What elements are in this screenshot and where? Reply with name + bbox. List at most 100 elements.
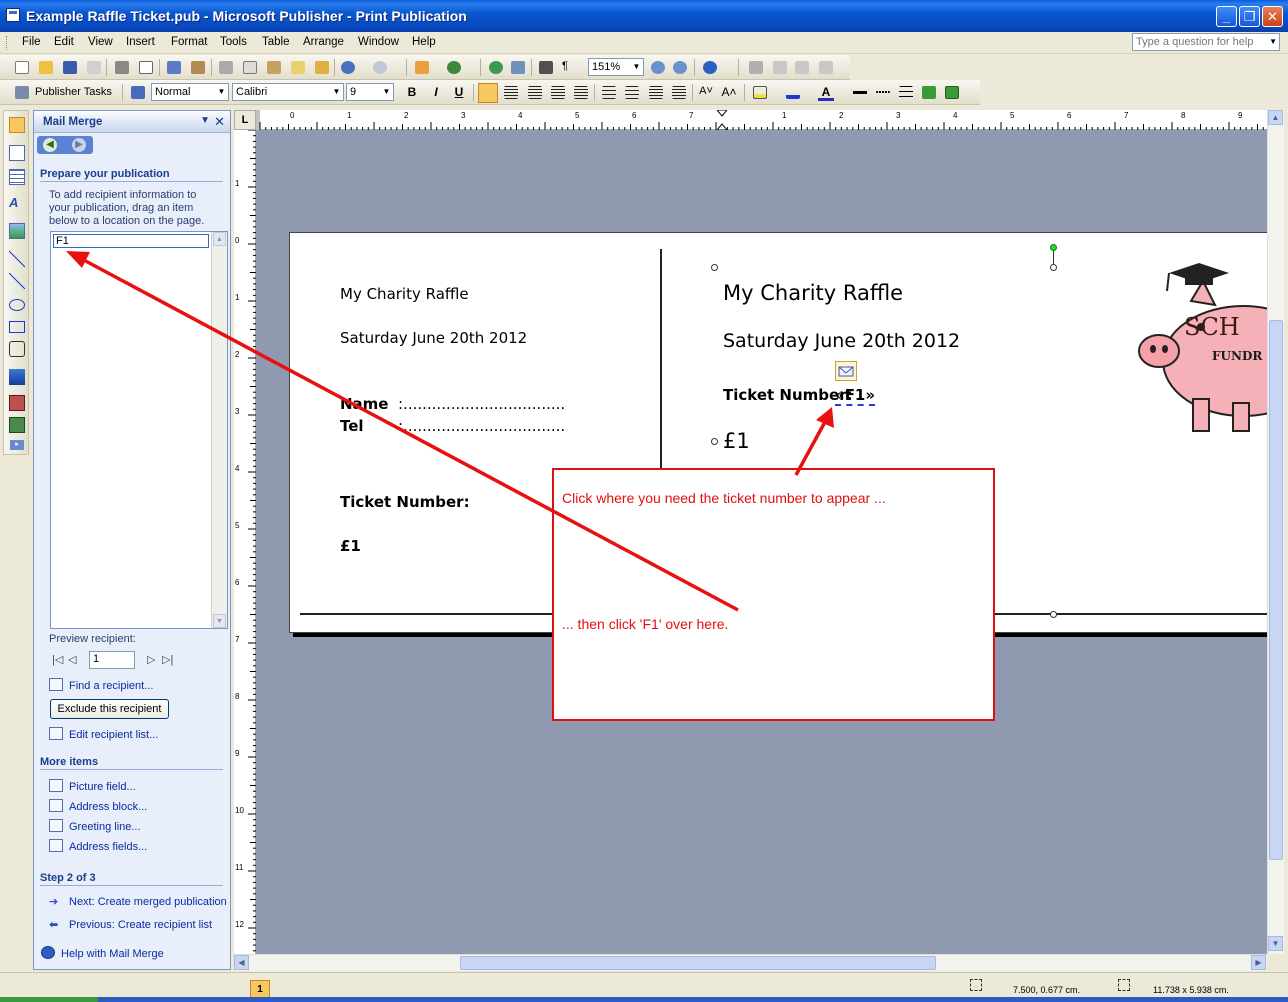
menu-arrange[interactable]: Arrange: [303, 36, 344, 48]
publisher-tasks-button[interactable]: Publisher Tasks: [35, 86, 112, 98]
next-step-link[interactable]: ➔ Next: Create merged publication: [49, 895, 229, 908]
ticket-merge-field[interactable]: «F1»: [835, 386, 876, 406]
style-combo[interactable]: Normal ▼: [151, 83, 229, 101]
align-center-icon[interactable]: [503, 85, 519, 101]
italic-icon[interactable]: I: [428, 85, 444, 101]
cut-icon[interactable]: [218, 60, 234, 76]
find-recipient-link[interactable]: Find a recipient...: [49, 678, 153, 692]
line-color-icon[interactable]: [785, 85, 801, 101]
menu-table[interactable]: Table: [262, 36, 290, 48]
chevron-down-icon[interactable]: ▼: [200, 115, 210, 126]
pilcrow-icon[interactable]: ¶: [562, 60, 578, 76]
decrease-font-icon[interactable]: A˅: [698, 85, 714, 101]
scroll-up-icon[interactable]: ▲: [1268, 110, 1283, 125]
unlink-icon[interactable]: [772, 60, 788, 76]
font-size-combo[interactable]: 9 ▼: [346, 83, 394, 101]
paste-icon[interactable]: [266, 60, 282, 76]
back-icon[interactable]: ◀: [43, 138, 57, 152]
ticket-price[interactable]: £1: [723, 429, 750, 453]
greeting-line-link[interactable]: Greeting line...: [49, 819, 141, 833]
preview-record-input[interactable]: 1: [89, 651, 135, 669]
styles-icon[interactable]: [130, 85, 146, 101]
zoom-combo[interactable]: 151% ▼: [588, 58, 644, 76]
selection-handle[interactable]: [711, 438, 718, 445]
print-preview-icon[interactable]: [138, 60, 154, 76]
merge-field-smart-tag-icon[interactable]: [835, 361, 857, 381]
research-icon[interactable]: [190, 60, 206, 76]
chevron-down-icon[interactable]: ▼: [1269, 37, 1277, 46]
scroll-right-icon[interactable]: ▶: [1251, 955, 1266, 970]
scroll-down-icon[interactable]: ▼: [213, 614, 226, 628]
stub-name-label[interactable]: Name: [340, 395, 388, 413]
wordart-icon[interactable]: A: [9, 195, 25, 211]
underline-icon[interactable]: U: [451, 85, 467, 101]
stub-tel-dots[interactable]: :..................................: [398, 417, 565, 435]
selection-handle[interactable]: [1050, 611, 1057, 618]
line-style-icon[interactable]: [852, 85, 868, 101]
stub-price[interactable]: £1: [340, 537, 361, 555]
format-painter-icon[interactable]: [290, 60, 306, 76]
menu-insert[interactable]: Insert: [126, 36, 155, 48]
minimize-button[interactable]: _: [1216, 6, 1237, 27]
selection-handle[interactable]: [1050, 264, 1057, 271]
arrow-style-icon[interactable]: [898, 85, 914, 101]
design-gallery-icon[interactable]: [9, 395, 25, 411]
stub-date[interactable]: Saturday June 20th 2012: [340, 329, 527, 347]
increase-indent-icon[interactable]: [671, 85, 687, 101]
ruler-origin[interactable]: L: [234, 110, 256, 130]
picture-frame-icon[interactable]: [9, 223, 25, 239]
horizontal-scroll-thumb[interactable]: [460, 956, 936, 970]
menu-help[interactable]: Help: [412, 36, 436, 48]
align-left-icon[interactable]: [478, 83, 498, 103]
zoom-in-icon[interactable]: [672, 60, 688, 76]
last-record-icon[interactable]: ▷|: [162, 653, 173, 666]
menu-file[interactable]: File: [22, 36, 41, 48]
forward-icon[interactable]: ▶: [72, 138, 86, 152]
bring-forward-icon[interactable]: [414, 60, 430, 76]
more-tools-icon[interactable]: ▸: [10, 440, 24, 450]
justify-icon[interactable]: [550, 85, 566, 101]
ticket-title[interactable]: My Charity Raffle: [723, 281, 903, 305]
fill-color-icon[interactable]: [752, 85, 768, 101]
help-question-input[interactable]: Type a question for help ▼: [1132, 33, 1280, 51]
menu-tools[interactable]: Tools: [220, 36, 247, 48]
clear-icon[interactable]: [314, 60, 330, 76]
vertical-scrollbar[interactable]: ▲ ▼: [1267, 110, 1284, 954]
menu-grip[interactable]: [6, 36, 9, 50]
scroll-down-icon[interactable]: ▼: [1268, 936, 1283, 951]
line-spacing-icon[interactable]: [573, 85, 589, 101]
align-right-icon[interactable]: [527, 85, 543, 101]
menu-view[interactable]: View: [88, 36, 113, 48]
shadow-style-icon[interactable]: [921, 85, 937, 101]
chevron-down-icon[interactable]: ▼: [631, 60, 642, 74]
text-box-connect-icon[interactable]: [794, 60, 810, 76]
bold-icon[interactable]: B: [404, 85, 420, 101]
print-icon[interactable]: [114, 60, 130, 76]
restore-button[interactable]: ❐: [1239, 6, 1260, 27]
vertical-ruler[interactable]: 1 0 1 2 3 4 5 6 7 8 9 10 11 12: [234, 130, 256, 954]
close-icon[interactable]: ✕: [214, 114, 225, 130]
address-fields-link[interactable]: Address fields...: [49, 839, 147, 853]
rectangle-icon[interactable]: [9, 321, 25, 333]
redo-icon[interactable]: [372, 60, 388, 76]
decrease-indent-icon[interactable]: [648, 85, 664, 101]
table-icon[interactable]: [9, 169, 25, 185]
email-icon[interactable]: [86, 60, 102, 76]
save-icon[interactable]: [62, 60, 78, 76]
numbering-icon[interactable]: [601, 85, 617, 101]
bullets-icon[interactable]: [624, 85, 640, 101]
picture-field-link[interactable]: Picture field...: [49, 779, 136, 793]
chevron-down-icon[interactable]: ▼: [331, 85, 342, 99]
stub-name-dots[interactable]: :..................................: [398, 395, 565, 413]
publisher-tasks-icon[interactable]: [14, 85, 30, 101]
start-button[interactable]: [0, 997, 98, 1002]
copy-icon[interactable]: [242, 60, 258, 76]
menu-window[interactable]: Window: [358, 36, 399, 48]
text-box-icon[interactable]: [9, 145, 25, 161]
select-pointer-icon[interactable]: [9, 117, 25, 133]
horizontal-ruler[interactable]: 0 1 2 3 4 5 6 7 1 2 3 4 5 6 7 8 9: [256, 109, 1267, 131]
undo-icon[interactable]: [340, 60, 356, 76]
scroll-left-icon[interactable]: ◀: [234, 955, 249, 970]
spelling-icon[interactable]: [166, 60, 182, 76]
address-block-link[interactable]: Address block...: [49, 799, 147, 813]
